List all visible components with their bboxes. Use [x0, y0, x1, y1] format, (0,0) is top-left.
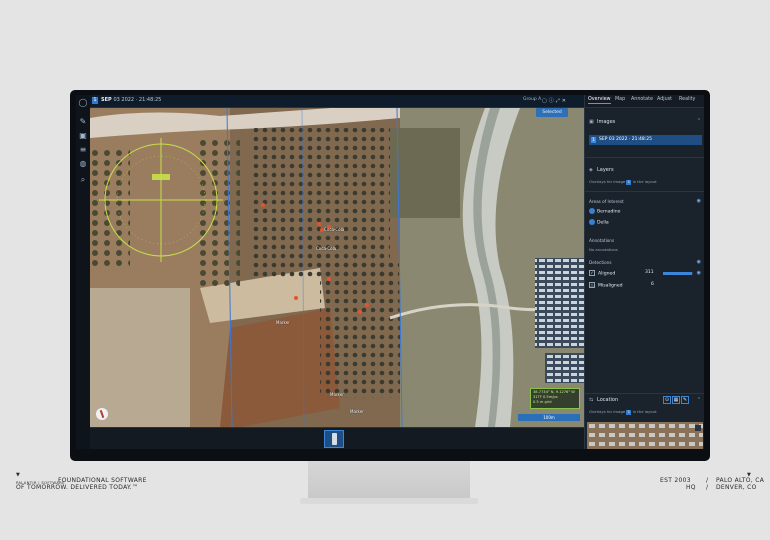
globe-icon[interactable]: ◍ — [78, 159, 88, 169]
detection-label: Misaligned — [598, 283, 623, 289]
detection-bar-fill — [663, 272, 693, 275]
image-row-badge: 1 — [591, 137, 596, 143]
map-topbar: 1 SEP 03 2022 · 21:48:25 Group A ▢ⓘ⤢✕ — [90, 95, 584, 108]
aoi-item[interactable]: Bernadino — [589, 208, 620, 215]
satellite-map[interactable]: Coca‑Cola Coca‑Cola Marker Marker Marker… — [90, 108, 584, 427]
tab-overview[interactable]: Overview — [588, 97, 611, 104]
aoi-title: Areas of Interest — [589, 199, 624, 204]
compass-icon[interactable] — [96, 408, 108, 420]
right-panel: Overview Map Annotate Adjust Reality ▣ I… — [584, 95, 704, 449]
image-list-item[interactable]: 1 SEP 03 2022 · 21:48:25 — [589, 135, 702, 145]
location-controls: ⊙ ▦ ✎ — [663, 396, 690, 404]
chevron-up-icon[interactable]: ⌃ — [697, 118, 701, 124]
location-hint: Overlays for image 1 in the layout — [589, 409, 657, 415]
annotations-empty: No annotations — [589, 247, 618, 252]
image-row-label: SEP 03 2022 · 21:48:25 — [599, 137, 652, 142]
detection-count: 311 — [645, 270, 654, 275]
location-minimap[interactable] — [587, 422, 703, 449]
image-filmstrip — [90, 427, 584, 449]
close-icon[interactable]: ✕ — [562, 98, 568, 104]
detection-row[interactable]: ✓ Aligned — [589, 270, 615, 277]
image-date: SEP 03 2022 · 21:48:25 — [101, 97, 161, 103]
layers-icon: ◈ — [589, 167, 593, 173]
aoi-label: Della — [597, 220, 609, 226]
check-icon[interactable]: ✓ — [589, 270, 595, 276]
info-icon[interactable]: ⓘ — [549, 98, 556, 104]
aoi-icon — [589, 219, 595, 225]
map-marker-label[interactable]: Coca‑Cola — [324, 227, 344, 232]
aoi-label: Bernadino — [597, 209, 621, 215]
coordinates-readout: 38.7734° N, 9.1276° W 31TF 0.5m/px 0.5 m… — [530, 388, 580, 409]
map-imagery — [90, 108, 584, 427]
grid-icon[interactable]: ▦ — [672, 396, 680, 404]
tab-adjust[interactable]: Adjust — [657, 97, 672, 102]
aoi-icon — [589, 208, 595, 214]
group-label[interactable]: Group A — [523, 97, 541, 102]
tab-map[interactable]: Map — [615, 97, 625, 102]
image-icon[interactable]: ▣ — [78, 131, 88, 141]
selected-button[interactable]: Selected — [536, 108, 568, 117]
monitor-stand — [308, 461, 470, 503]
chevron-up-icon[interactable]: ⌃ — [697, 397, 701, 403]
detection-row[interactable]: △ Misaligned — [589, 282, 623, 289]
hint-badge: 1 — [626, 409, 632, 415]
images-title: Images — [597, 119, 616, 125]
tab-reality[interactable]: Reality — [679, 97, 695, 102]
footer-hq: HQ — [686, 484, 696, 491]
images-icon: ▣ — [589, 119, 594, 125]
left-toolbar: ◯ ✎ ▣ ≡ ◍ ⌕ — [76, 95, 91, 449]
scale-bar: 100m — [518, 414, 580, 421]
app-screen: ◯ ✎ ▣ ≡ ◍ ⌕ 1 SEP 03 2022 · 21:48:25 Gro… — [76, 95, 704, 449]
detections-title: Detections — [589, 260, 612, 265]
image-thumbnail[interactable] — [324, 430, 344, 448]
layers-icon[interactable]: ≡ — [78, 145, 88, 155]
eye-icon[interactable]: ◉ — [697, 198, 701, 204]
monitor-frame: ◯ ✎ ▣ ≡ ◍ ⌕ 1 SEP 03 2022 · 21:48:25 Gro… — [70, 90, 710, 461]
minimap-imagery — [587, 422, 703, 449]
footer-tagline: OF TOMORROW. DELIVERED TODAY.™ — [16, 484, 139, 491]
detection-count: 6 — [651, 282, 654, 287]
panel-tabs: Overview Map Annotate Adjust Reality — [585, 95, 704, 108]
layers-title: Layers — [597, 167, 614, 173]
topbar-icons: ▢ⓘ⤢✕ — [542, 97, 568, 104]
footer-slash: / — [706, 484, 709, 491]
location-icon: ⇆ — [589, 397, 594, 403]
hint-badge: 1 — [626, 179, 632, 185]
tools-icon[interactable]: ✎ — [681, 396, 689, 404]
aoi-item[interactable]: Della — [589, 219, 609, 226]
map-marker-label[interactable]: Marker — [350, 409, 364, 414]
logo-icon[interactable]: ◯ — [78, 98, 88, 108]
annotations-title: Annotations — [589, 238, 615, 243]
detection-bar — [663, 272, 693, 275]
target-icon[interactable]: ⊙ — [663, 396, 671, 404]
eye-icon[interactable]: ◉ — [697, 259, 701, 265]
coords-line: 0.5 m grid — [533, 400, 552, 404]
annotate-icon[interactable]: ✎ — [78, 117, 88, 127]
map-marker-label[interactable]: Marker — [276, 320, 290, 325]
eye-icon[interactable]: ◉ — [697, 270, 701, 276]
tab-annotate[interactable]: Annotate — [631, 97, 653, 102]
location-title: Location — [597, 397, 619, 403]
warning-icon[interactable]: △ — [589, 282, 595, 288]
hint-text: in the layout — [632, 409, 657, 414]
divider — [585, 393, 704, 394]
monitor-stand-base — [300, 498, 478, 504]
picture-icon[interactable]: ▢ — [542, 98, 549, 104]
divider — [585, 157, 704, 158]
layers-hint: Overlays for image 1 in the layout — [589, 179, 657, 185]
hint-text: Overlays for image — [589, 409, 626, 414]
search-icon[interactable]: ⌕ — [78, 175, 88, 185]
footer-logo-icon: ▼ — [16, 472, 21, 478]
hint-text: Overlays for image — [589, 179, 626, 184]
hint-text: in the layout — [632, 179, 657, 184]
divider — [585, 191, 704, 192]
map-marker-label[interactable]: Coca‑Cola — [316, 246, 336, 251]
image-badge: 1 — [92, 97, 98, 104]
date-label: SEP — [101, 97, 112, 103]
map-marker-label[interactable]: Marker — [330, 392, 344, 397]
footer-city: DENVER, CO — [716, 484, 757, 491]
detection-label: Aligned — [598, 271, 616, 277]
date-value: 03 2022 · 21:48:25 — [113, 97, 162, 103]
